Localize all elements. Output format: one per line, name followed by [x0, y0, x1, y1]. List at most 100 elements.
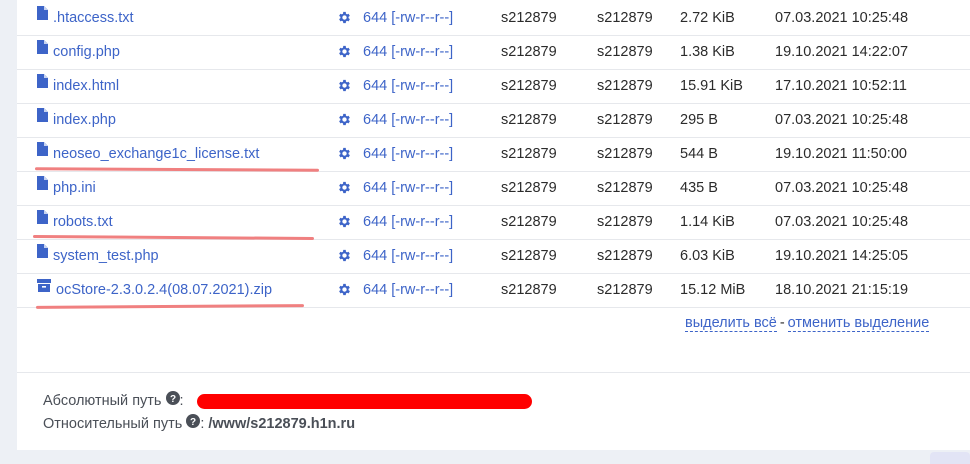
permissions-link[interactable]: 644 [-rw-r--r--]	[363, 239, 453, 273]
absolute-path-line: Абсолютный путь ?:	[43, 391, 184, 410]
size-cell: 2.72 KiB	[680, 10, 735, 26]
help-icon[interactable]: ?	[165, 391, 180, 409]
file-name-cell[interactable]: system_test.php	[37, 239, 159, 273]
absolute-path-label: Абсолютный путь	[43, 392, 162, 409]
permissions-link[interactable]: 644 [-rw-r--r--]	[363, 171, 453, 205]
file-name-link[interactable]: system_test.php	[53, 248, 159, 264]
modified-cell: 19.10.2021 14:25:05	[775, 248, 909, 264]
selection-actions: выделить всё - отменить выделение	[685, 315, 930, 332]
file-icon	[37, 67, 48, 101]
file-name-cell[interactable]: index.php	[37, 103, 116, 137]
file-row[interactable]: neoseo_exchange1c_license.txt 644 [-rw-r…	[17, 137, 970, 172]
svg-text:?: ?	[169, 394, 175, 405]
size-cell: 6.03 KiB	[680, 248, 735, 264]
file-row[interactable]: system_test.php 644 [-rw-r--r--] s212879…	[17, 239, 970, 274]
size-cell: 435 B	[680, 180, 718, 196]
file-row[interactable]: config.php 644 [-rw-r--r--] s212879 s212…	[17, 35, 970, 70]
owner-cell: s212879	[501, 214, 557, 230]
gear-icon[interactable]	[337, 239, 352, 273]
select-all-link[interactable]: выделить всё	[685, 315, 777, 332]
size-cell: 1.14 KiB	[680, 214, 735, 230]
file-icon	[37, 135, 48, 169]
file-name-link[interactable]: php.ini	[53, 180, 96, 196]
group-cell: s212879	[597, 146, 653, 162]
file-name-cell[interactable]: index.html	[37, 69, 119, 103]
relative-path-line: Относительный путь ?: /www/s212879.h1n.r…	[43, 414, 356, 433]
file-name-link[interactable]: index.html	[53, 78, 119, 94]
file-row[interactable]: ocStore-2.3.0.2.4(08.07.2021).zip 644 [-…	[17, 273, 970, 308]
group-cell: s212879	[597, 214, 653, 230]
modified-cell: 17.10.2021 10:52:11	[775, 78, 907, 94]
group-cell: s212879	[597, 248, 653, 264]
file-name-cell[interactable]: neoseo_exchange1c_license.txt	[37, 137, 259, 171]
size-cell: 544 B	[680, 146, 718, 162]
owner-cell: s212879	[501, 10, 557, 26]
gear-icon[interactable]	[337, 103, 352, 137]
modified-cell: 07.03.2021 10:25:48	[775, 112, 909, 128]
file-row[interactable]: php.ini 644 [-rw-r--r--] s212879 s212879…	[17, 171, 970, 206]
gear-icon[interactable]	[337, 69, 352, 103]
relative-path-label: Относительный путь	[43, 415, 183, 432]
owner-cell: s212879	[501, 180, 557, 196]
deselect-link[interactable]: отменить выделение	[787, 315, 930, 332]
file-name-link[interactable]: .htaccess.txt	[53, 10, 134, 26]
archive-icon	[37, 271, 51, 305]
file-row[interactable]: .htaccess.txt 644 [-rw-r--r--] s212879 s…	[17, 1, 970, 36]
gear-icon[interactable]	[337, 137, 352, 171]
file-name-link[interactable]: config.php	[53, 44, 120, 60]
file-name-cell[interactable]: php.ini	[37, 171, 96, 205]
permissions-link[interactable]: 644 [-rw-r--r--]	[363, 69, 453, 103]
permissions-link[interactable]: 644 [-rw-r--r--]	[363, 273, 453, 307]
colon: :	[200, 415, 205, 432]
modified-cell: 07.03.2021 10:25:48	[775, 10, 909, 26]
modified-cell: 07.03.2021 10:25:48	[775, 214, 909, 230]
group-cell: s212879	[597, 282, 653, 298]
file-name-link[interactable]: robots.txt	[53, 214, 113, 230]
modified-cell: 18.10.2021 21:15:19	[775, 282, 909, 298]
modified-cell: 19.10.2021 11:50:00	[775, 146, 907, 162]
size-cell: 15.91 KiB	[680, 78, 743, 94]
file-name-cell[interactable]: ocStore-2.3.0.2.4(08.07.2021).zip	[37, 273, 272, 307]
actions-separator: -	[779, 315, 785, 331]
svg-text:?: ?	[190, 417, 196, 428]
file-row[interactable]: robots.txt 644 [-rw-r--r--] s212879 s212…	[17, 205, 970, 240]
permissions-link[interactable]: 644 [-rw-r--r--]	[363, 35, 453, 69]
file-name-link[interactable]: neoseo_exchange1c_license.txt	[53, 146, 259, 162]
file-name-link[interactable]: index.php	[53, 112, 116, 128]
owner-cell: s212879	[501, 44, 557, 60]
colon: :	[179, 392, 184, 409]
file-icon	[37, 33, 48, 67]
owner-cell: s212879	[501, 282, 557, 298]
redaction-mark	[197, 394, 532, 409]
file-icon	[37, 203, 48, 237]
gear-icon[interactable]	[337, 35, 352, 69]
size-cell: 295 B	[680, 112, 718, 128]
file-icon	[37, 0, 48, 33]
file-row[interactable]: index.html 644 [-rw-r--r--] s212879 s212…	[17, 69, 970, 104]
permissions-link[interactable]: 644 [-rw-r--r--]	[363, 205, 453, 239]
group-cell: s212879	[597, 10, 653, 26]
gear-icon[interactable]	[337, 273, 352, 307]
file-name-link[interactable]: ocStore-2.3.0.2.4(08.07.2021).zip	[56, 282, 272, 298]
file-name-cell[interactable]: .htaccess.txt	[37, 1, 134, 35]
permissions-link[interactable]: 644 [-rw-r--r--]	[363, 137, 453, 171]
group-cell: s212879	[597, 44, 653, 60]
size-cell: 1.38 KiB	[680, 44, 735, 60]
file-icon	[37, 237, 48, 271]
file-row[interactable]: index.php 644 [-rw-r--r--] s212879 s2128…	[17, 103, 970, 138]
gear-icon[interactable]	[337, 171, 352, 205]
size-cell: 15.12 MiB	[680, 282, 746, 298]
permissions-link[interactable]: 644 [-rw-r--r--]	[363, 1, 453, 35]
scroll-to-top-button[interactable]	[930, 452, 970, 464]
file-name-cell[interactable]: config.php	[37, 35, 120, 69]
gear-icon[interactable]	[337, 205, 352, 239]
relative-path-value: /www/s212879.h1n.ru	[208, 415, 356, 432]
gear-icon[interactable]	[337, 1, 352, 35]
file-name-cell[interactable]: robots.txt	[37, 205, 113, 239]
modified-cell: 07.03.2021 10:25:48	[775, 180, 909, 196]
group-cell: s212879	[597, 112, 653, 128]
file-icon	[37, 101, 48, 135]
owner-cell: s212879	[501, 78, 557, 94]
permissions-link[interactable]: 644 [-rw-r--r--]	[363, 103, 453, 137]
help-icon[interactable]: ?	[186, 414, 201, 432]
